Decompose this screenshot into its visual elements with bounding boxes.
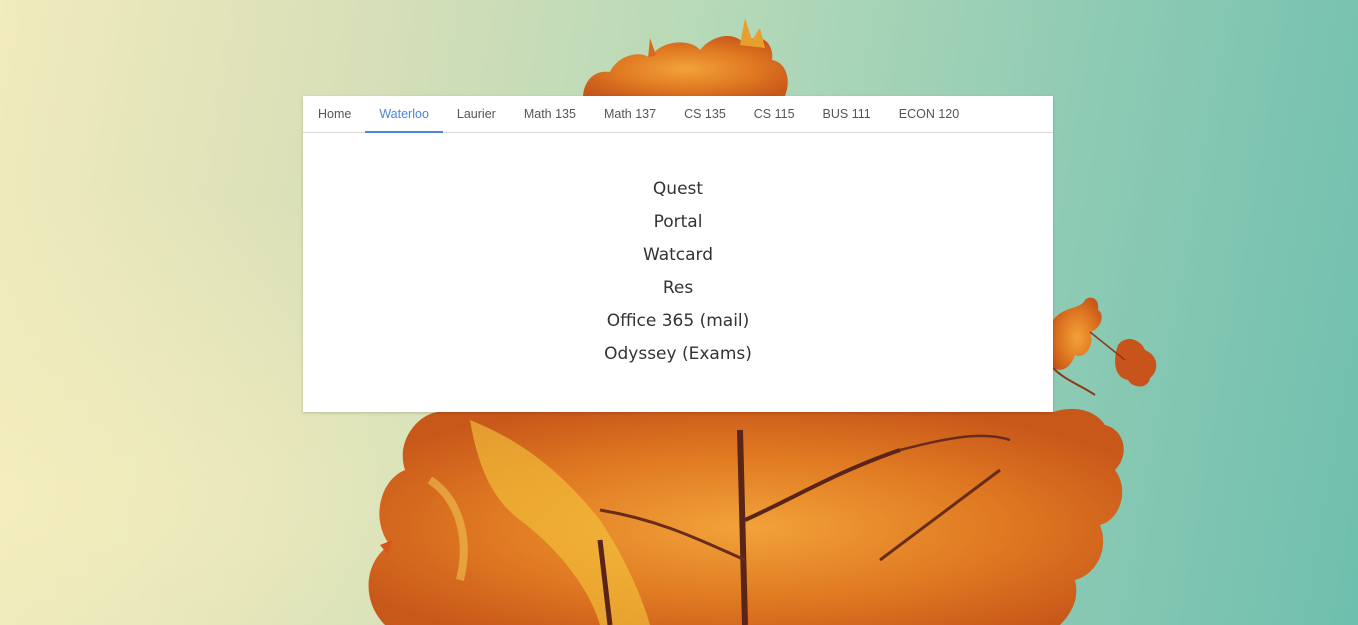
list-item: Watcard <box>303 239 1053 272</box>
watcard-link[interactable]: Watcard <box>643 245 713 265</box>
res-link[interactable]: Res <box>663 278 693 298</box>
tab-math-137[interactable]: Math 137 <box>590 96 670 132</box>
odyssey-link[interactable]: Odyssey (Exams) <box>604 344 752 364</box>
list-item: Res <box>303 272 1053 305</box>
tab-laurier[interactable]: Laurier <box>443 96 510 132</box>
tab-cs-115[interactable]: CS 115 <box>740 96 809 132</box>
office-365-link[interactable]: Office 365 (mail) <box>607 311 750 331</box>
list-item: Odyssey (Exams) <box>303 338 1053 371</box>
tab-waterloo[interactable]: Waterloo <box>365 96 443 133</box>
quest-link[interactable]: Quest <box>653 179 703 199</box>
list-item: Office 365 (mail) <box>303 305 1053 338</box>
tab-cs-135[interactable]: CS 135 <box>670 96 740 132</box>
list-item: Portal <box>303 206 1053 239</box>
list-item: Quest <box>303 173 1053 206</box>
portal-link[interactable]: Portal <box>654 212 703 232</box>
links-card: Home Waterloo Laurier Math 135 Math 137 … <box>303 96 1053 412</box>
tab-math-135[interactable]: Math 135 <box>510 96 590 132</box>
tab-bar: Home Waterloo Laurier Math 135 Math 137 … <box>303 96 1053 133</box>
tab-bus-111[interactable]: BUS 111 <box>809 96 885 132</box>
waterloo-links-list: Quest Portal Watcard Res Office 365 (mai… <box>303 133 1053 371</box>
tab-home[interactable]: Home <box>304 96 365 132</box>
tab-econ-120[interactable]: ECON 120 <box>885 96 973 132</box>
